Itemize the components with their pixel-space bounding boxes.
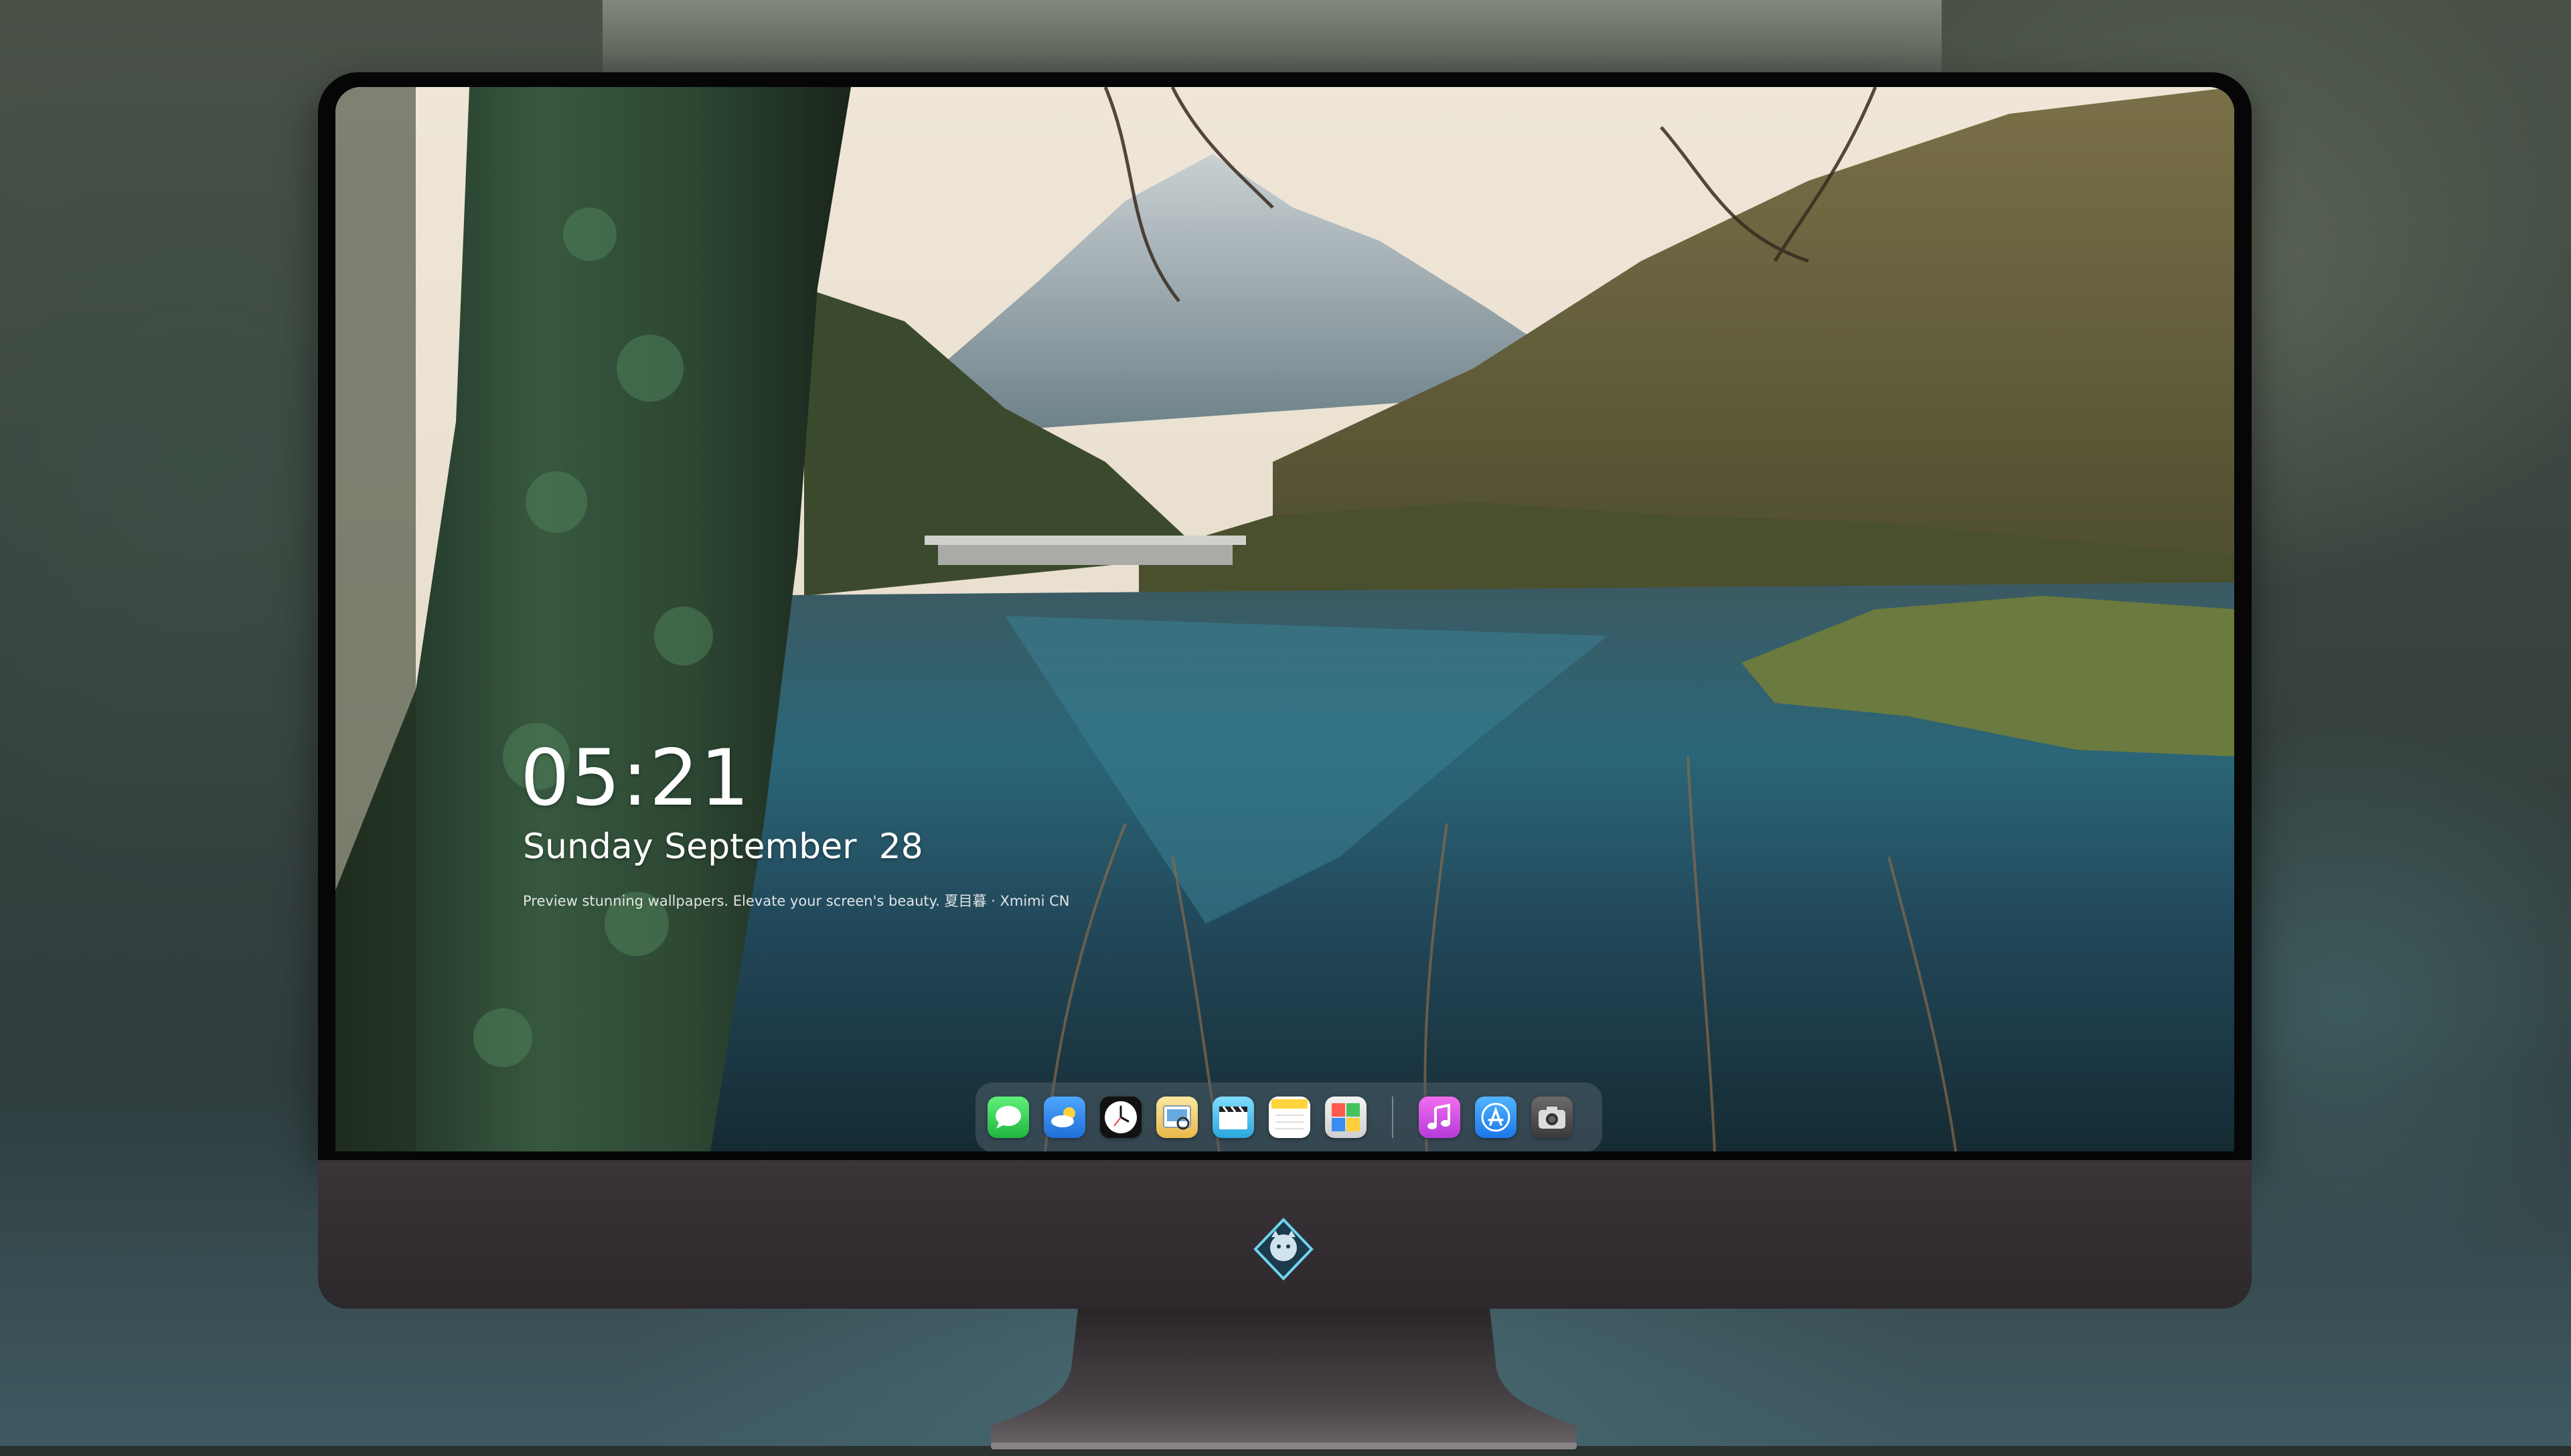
wallpaper-caption: Preview stunning wallpapers. Elevate you… xyxy=(523,893,1070,909)
monitor-stand xyxy=(991,1309,1577,1449)
photo-booth-icon[interactable] xyxy=(1325,1097,1367,1138)
lockscreen-clock: 05:21 xyxy=(520,733,751,823)
notes-icon[interactable] xyxy=(1269,1097,1310,1138)
monitor: 05:21 Sunday September 28 Preview stunni… xyxy=(318,72,2252,1449)
brand-logo-icon xyxy=(1253,1218,1314,1281)
monitor-chin xyxy=(318,1160,2252,1309)
music-icon[interactable] xyxy=(1419,1097,1460,1138)
wallpaper xyxy=(335,87,2234,1151)
dock-separator xyxy=(1392,1097,1393,1138)
weather-icon[interactable] xyxy=(1044,1097,1085,1138)
app-store-icon[interactable] xyxy=(1475,1097,1516,1138)
final-cut-icon[interactable] xyxy=(1213,1097,1254,1138)
camera-icon[interactable] xyxy=(1531,1097,1573,1138)
lockscreen-date: Sunday September 28 xyxy=(523,827,923,867)
messages-icon[interactable] xyxy=(988,1097,1029,1138)
preview-icon[interactable] xyxy=(1156,1097,1198,1138)
dock xyxy=(976,1082,1602,1151)
screen: 05:21 Sunday September 28 Preview stunni… xyxy=(335,87,2234,1151)
monitor-bezel: 05:21 Sunday September 28 Preview stunni… xyxy=(318,72,2252,1160)
clock-icon[interactable] xyxy=(1100,1097,1142,1138)
